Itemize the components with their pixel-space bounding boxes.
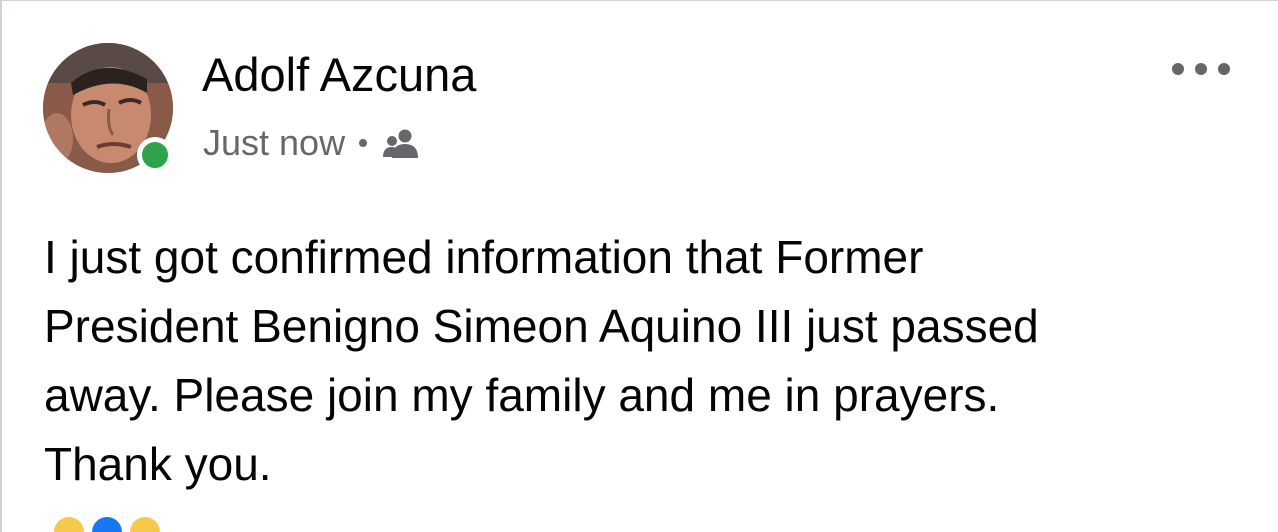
- post-body-text: I just got confirmed information that Fo…: [44, 231, 1039, 490]
- reaction-icons[interactable]: [54, 517, 160, 532]
- haha-reaction-icon: [54, 517, 84, 532]
- post-card: Adolf Azcuna Just now I just got confirm…: [0, 0, 1278, 532]
- author-name[interactable]: Adolf Azcuna: [202, 47, 476, 103]
- post-meta: Just now: [203, 121, 423, 165]
- more-dot-icon: [1218, 63, 1230, 75]
- like-reaction-icon: [92, 517, 122, 532]
- post-timestamp[interactable]: Just now: [203, 122, 345, 164]
- more-dot-icon: [1172, 63, 1184, 75]
- more-options-button[interactable]: [1172, 57, 1230, 81]
- sad-reaction-icon: [130, 517, 160, 532]
- author-avatar[interactable]: [43, 43, 173, 173]
- online-status-dot: [137, 137, 173, 173]
- separator-dot: [359, 139, 368, 147]
- more-dot-icon: [1195, 63, 1207, 75]
- friends-icon[interactable]: [383, 128, 423, 158]
